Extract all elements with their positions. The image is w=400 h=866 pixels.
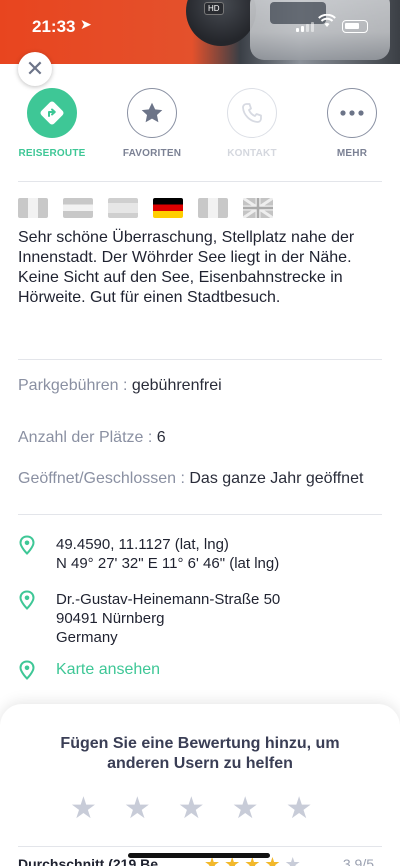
description-text: Sehr schöne Überraschung, Stellplatz nah… xyxy=(18,229,355,306)
home-indicator xyxy=(128,853,270,858)
coordinates-decimal: 49.4590, 11.1127 (lat, lng) xyxy=(56,536,229,553)
italian-flag-icon[interactable] xyxy=(18,198,48,218)
spanish-flag-icon[interactable] xyxy=(108,198,138,218)
austrian-flag-icon[interactable] xyxy=(63,198,93,218)
address-street: Dr.-Gustav-Heinemann-Straße 50 xyxy=(56,591,281,608)
language-flags xyxy=(18,198,273,218)
route-button[interactable]: REISEROUTE xyxy=(7,88,97,159)
parking-fee-info: Parkgebühren : gebührenfrei xyxy=(18,376,382,396)
french-flag-icon[interactable] xyxy=(198,198,228,218)
rating-card: Fügen Sie eine Bewertung hinzu, um ander… xyxy=(0,704,400,866)
action-bar: REISEROUTE FAVORITEN KONTAKT MEHR xyxy=(0,88,400,168)
coordinates-dms: N 49° 27' 32" E 11° 6' 46" (lat lng) xyxy=(56,555,280,572)
contact-label: KONTAKT xyxy=(227,148,277,159)
divider xyxy=(18,181,382,182)
favorites-label: FAVORITEN xyxy=(122,148,182,159)
rate-star-1-icon[interactable]: ★ xyxy=(70,794,97,824)
route-label: REISEROUTE xyxy=(18,148,86,159)
directions-icon xyxy=(27,88,77,138)
rate-star-3-icon[interactable]: ★ xyxy=(178,794,205,824)
divider xyxy=(18,846,382,847)
opening-hours-info: Geöffnet/Geschlossen : Das ganze Jahr ge… xyxy=(18,469,382,489)
german-flag-icon[interactable] xyxy=(153,198,183,218)
places-count-key: Anzahl der Plätze : xyxy=(18,429,157,446)
view-map-label: Karte ansehen xyxy=(56,661,161,678)
parking-fee-key: Parkgebühren : xyxy=(18,377,132,394)
location-pin-icon xyxy=(19,660,35,680)
status-time: 21:33 xyxy=(32,17,76,36)
divider xyxy=(18,359,382,360)
opening-hours-key: Geöffnet/Geschlossen : xyxy=(18,470,190,487)
average-rating-score: 3.9/5 xyxy=(342,856,374,866)
location-pin-icon xyxy=(19,590,35,610)
divider xyxy=(18,514,382,515)
status-bar: 21:33 ➤ xyxy=(0,0,400,50)
parking-fee-value: gebührenfrei xyxy=(131,377,222,394)
contact-button[interactable]: KONTAKT xyxy=(207,88,297,159)
view-map-link[interactable]: Karte ansehen xyxy=(18,660,382,680)
avg-star-empty-icon: ★ xyxy=(284,854,305,866)
address-row[interactable]: Dr.-Gustav-Heinemann-Straße 50 90491 Nür… xyxy=(18,590,382,647)
phone-icon xyxy=(227,88,277,138)
places-count-value: 6 xyxy=(156,429,166,446)
opening-hours-value: Das ganze Jahr geöffnet xyxy=(189,470,364,487)
more-dots-icon xyxy=(327,88,377,138)
more-button[interactable]: MEHR xyxy=(307,88,397,159)
address-country: Germany xyxy=(56,629,118,646)
location-arrow-icon: ➤ xyxy=(80,16,92,32)
rating-prompt: Fügen Sie eine Bewertung hinzu, um ander… xyxy=(60,735,340,772)
location-pin-icon xyxy=(19,535,35,555)
rate-star-2-icon[interactable]: ★ xyxy=(124,794,151,824)
uk-flag-icon[interactable] xyxy=(243,198,273,218)
more-label: MEHR xyxy=(336,148,368,159)
rate-star-5-icon[interactable]: ★ xyxy=(286,794,313,824)
cellular-signal-icon xyxy=(296,22,314,32)
wifi-icon xyxy=(318,13,336,33)
favorites-button[interactable]: FAVORITEN xyxy=(107,88,197,159)
places-count-info: Anzahl der Plätze : 6 xyxy=(18,428,382,448)
rating-stars-input: ★ ★ ★ ★ ★ xyxy=(70,794,313,824)
rate-star-4-icon[interactable]: ★ xyxy=(232,794,259,824)
coordinates-row[interactable]: 49.4590, 11.1127 (lat, lng) N 49° 27' 32… xyxy=(18,535,382,573)
battery-icon xyxy=(342,20,368,33)
close-icon: ✕ xyxy=(25,56,45,81)
star-icon xyxy=(127,88,177,138)
close-button[interactable]: ✕ xyxy=(18,52,52,86)
address-city: 90491 Nürnberg xyxy=(56,610,165,627)
